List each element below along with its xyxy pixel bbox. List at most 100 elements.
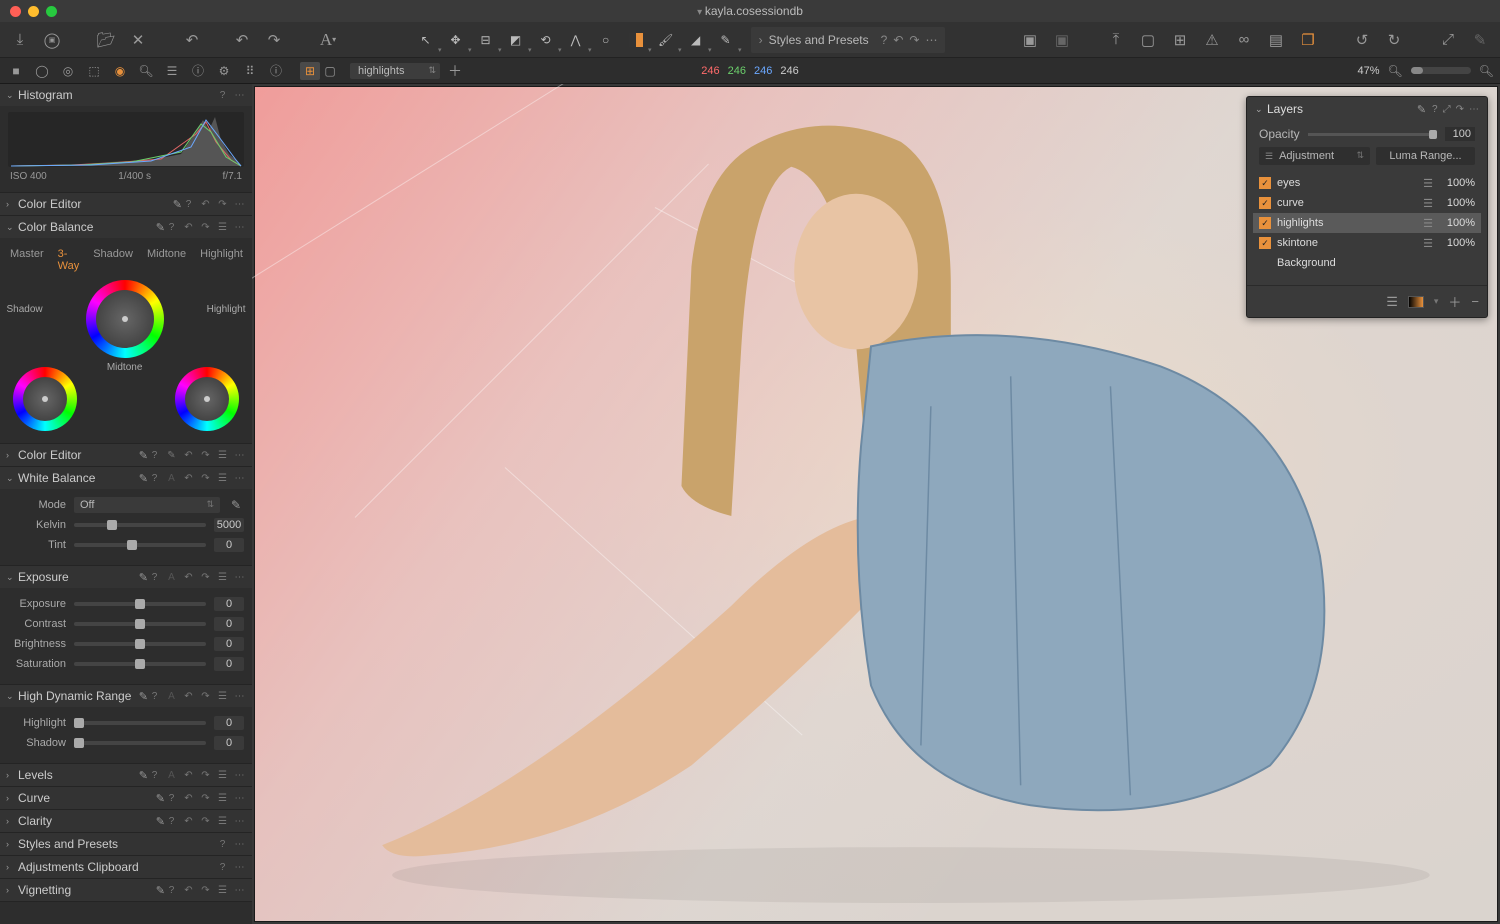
- metadata-tab-icon[interactable]: ⓘ: [188, 61, 208, 81]
- crop-tab-icon[interactable]: ⬚: [84, 61, 104, 81]
- single-view-icon[interactable]: ▢: [320, 62, 340, 80]
- kelvin-slider[interactable]: [74, 523, 206, 527]
- tint-slider[interactable]: [74, 543, 206, 547]
- color-tab-icon[interactable]: ◉: [110, 61, 130, 81]
- mask-icon[interactable]: ☰: [1423, 237, 1433, 250]
- crop-tool-icon[interactable]: ◩▾: [503, 27, 529, 53]
- shadow-wheel[interactable]: [13, 367, 77, 431]
- slider-value[interactable]: 0: [214, 657, 244, 671]
- brightness-slider[interactable]: [74, 642, 206, 646]
- redo-icon[interactable]: ↷: [262, 28, 286, 52]
- layer-item[interactable]: ✓curve☰100%: [1253, 193, 1481, 213]
- menu-icon[interactable]: ☰: [216, 572, 229, 583]
- curve-header[interactable]: ›Curve✎?↶↷☰⋯: [0, 787, 252, 809]
- clarity-header[interactable]: ›Clarity✎?↶↷☰⋯: [0, 810, 252, 832]
- highlight-slider[interactable]: [74, 721, 206, 725]
- help-icon[interactable]: ?: [165, 793, 178, 804]
- brush-tool-icon[interactable]: 🖌︎▾: [653, 27, 679, 53]
- menu-icon[interactable]: ☰: [216, 450, 229, 461]
- adjust-tab-icon[interactable]: ☰: [162, 61, 182, 81]
- tab-highlight[interactable]: Highlight: [200, 248, 243, 272]
- fit-icon[interactable]: 🔍︎: [1479, 64, 1494, 78]
- shadow-slider[interactable]: [74, 741, 206, 745]
- picker-icon[interactable]: ✎: [156, 815, 165, 828]
- tab-midtone[interactable]: Midtone: [147, 248, 186, 272]
- undo-icon[interactable]: ↶: [182, 473, 195, 484]
- help-icon[interactable]: ?: [1432, 104, 1438, 115]
- library-tab-icon[interactable]: ■: [6, 61, 26, 81]
- close-window[interactable]: [10, 6, 21, 17]
- help-icon[interactable]: ?: [148, 691, 161, 702]
- slider-value[interactable]: 0: [214, 597, 244, 611]
- heal-tool-icon[interactable]: ✎▾: [713, 27, 739, 53]
- menu-icon[interactable]: ☰: [216, 793, 229, 804]
- focus-icon[interactable]: ∞: [1232, 28, 1256, 52]
- mask-icon[interactable]: ☰: [1423, 177, 1433, 190]
- redo-icon[interactable]: ↷: [909, 33, 919, 47]
- auto-icon[interactable]: A: [165, 572, 178, 583]
- hdr-header[interactable]: ⌄ High Dynamic Range ✎ ?A↶↷☰⋯: [0, 685, 252, 707]
- layer-item[interactable]: Background: [1253, 253, 1481, 273]
- reject-icon[interactable]: ✕: [126, 28, 150, 52]
- undo-icon[interactable]: ↶: [182, 572, 195, 583]
- grid-icon[interactable]: ⊞: [1168, 28, 1192, 52]
- rotate-left-icon[interactable]: ↺: [1350, 28, 1374, 52]
- print-icon[interactable]: ▢: [1136, 28, 1160, 52]
- wb-mode-select[interactable]: Off: [74, 497, 220, 513]
- slider-value[interactable]: 0: [214, 637, 244, 651]
- capture-icon[interactable]: ◯▣: [40, 28, 64, 52]
- tab-master[interactable]: Master: [10, 248, 44, 272]
- keystone-tool-icon[interactable]: ⋀▾: [563, 27, 589, 53]
- undo-icon[interactable]: ↶: [180, 28, 204, 52]
- menu-icon[interactable]: ☰: [216, 691, 229, 702]
- more-icon[interactable]: ⋯: [233, 816, 246, 827]
- help-icon[interactable]: ?: [182, 199, 195, 210]
- more-icon[interactable]: ⋯: [233, 222, 246, 233]
- opacity-value[interactable]: 100: [1445, 127, 1475, 141]
- canvas-area[interactable]: ⌄ Layers ✎ ?⤢↷⋯ Opacity 100 Adjustment L…: [252, 84, 1500, 924]
- more-icon[interactable]: ⋯: [233, 691, 246, 702]
- vignetting-header[interactable]: ›Vignetting✎?↶↷☰⋯: [0, 879, 252, 901]
- menu-icon[interactable]: ☰: [216, 770, 229, 781]
- undo-icon[interactable]: ↶: [182, 222, 195, 233]
- more-icon[interactable]: ⋯: [233, 862, 246, 873]
- picker-icon[interactable]: ✎: [156, 792, 165, 805]
- opacity-slider[interactable]: [1308, 133, 1437, 136]
- layer-visible-checkbox[interactable]: ✓: [1259, 197, 1271, 209]
- export-variant-icon[interactable]: ▣: [1050, 28, 1074, 52]
- more-icon[interactable]: ⋯: [233, 473, 246, 484]
- help-icon[interactable]: ?: [165, 885, 178, 896]
- layer-visible-checkbox[interactable]: ✓: [1259, 237, 1271, 249]
- redo-icon[interactable]: ↷: [199, 793, 212, 804]
- warning-icon[interactable]: ⚠︎: [1200, 28, 1224, 52]
- auto-icon[interactable]: A: [165, 770, 178, 781]
- chevron-right-icon[interactable]: ›: [759, 33, 763, 47]
- undo-icon[interactable]: ↶: [182, 793, 195, 804]
- output-tab-icon[interactable]: ⠿: [240, 61, 260, 81]
- expand-icon[interactable]: ⤢: [1443, 104, 1451, 115]
- midtone-wheel[interactable]: [86, 280, 164, 358]
- settings-tab-icon[interactable]: ⚙︎: [214, 61, 234, 81]
- undo2-icon[interactable]: ↶: [230, 28, 254, 52]
- slider-value[interactable]: 0: [214, 736, 244, 750]
- layer-visible-checkbox[interactable]: ✓: [1259, 177, 1271, 189]
- help-icon[interactable]: ?: [165, 222, 178, 233]
- exposure-header[interactable]: ⌄ Exposure ✎ ?A↶↷☰⋯: [0, 566, 252, 588]
- luma-range-button[interactable]: Luma Range...: [1376, 147, 1475, 165]
- layer-item[interactable]: ✓highlights☰100%: [1253, 213, 1481, 233]
- lens-tab-icon[interactable]: ◎: [58, 61, 78, 81]
- zoom-icon[interactable]: 🔍︎: [1388, 64, 1403, 78]
- auto-icon[interactable]: A: [165, 691, 178, 702]
- help-icon[interactable]: ?: [216, 839, 229, 850]
- picker-icon[interactable]: ✎: [139, 769, 148, 782]
- picker-icon[interactable]: ✎: [139, 472, 148, 485]
- grid-view-icon[interactable]: ⊞: [300, 62, 320, 80]
- redo-icon[interactable]: ↷: [199, 691, 212, 702]
- tint-value[interactable]: 0: [214, 538, 244, 552]
- proof-icon[interactable]: ▤: [1264, 28, 1288, 52]
- more-icon[interactable]: ⋯: [233, 885, 246, 896]
- adj-clipboard-header[interactable]: ›Adjustments Clipboard?⋯: [0, 856, 252, 878]
- undo-icon[interactable]: ↶: [182, 816, 195, 827]
- capture-tab-icon[interactable]: ◯: [32, 61, 52, 81]
- mask-icon[interactable]: ☰: [1423, 197, 1433, 210]
